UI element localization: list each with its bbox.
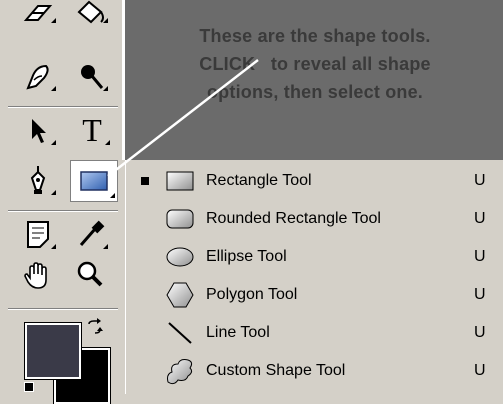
polygon-icon xyxy=(164,280,196,310)
zoom-icon xyxy=(75,259,105,289)
toolbox-divider xyxy=(8,210,118,212)
menu-item-custom-shape-tool[interactable]: Custom Shape Tool U xyxy=(126,352,503,390)
menu-item-shortcut: U xyxy=(474,172,486,189)
menu-item-label: Polygon Tool xyxy=(206,286,298,303)
tool-menu-corner-icon xyxy=(51,244,56,249)
default-colors-icon[interactable] xyxy=(24,382,34,392)
rectangle-icon xyxy=(79,169,109,193)
pen-icon xyxy=(24,164,52,196)
menu-item-polygon-tool[interactable]: Polygon Tool U xyxy=(126,276,503,314)
toolbox-divider xyxy=(8,308,118,310)
menu-item-label: Rectangle Tool xyxy=(206,172,312,189)
tool-menu-corner-icon xyxy=(103,86,108,91)
notes-tool-button[interactable] xyxy=(18,216,58,252)
menu-item-rounded-rectangle-tool[interactable]: Rounded Rectangle Tool U xyxy=(126,200,503,238)
tool-menu-corner-icon xyxy=(103,244,108,249)
smudge-tool-button[interactable] xyxy=(18,58,58,94)
custom-shape-icon xyxy=(164,356,196,386)
burn-icon xyxy=(74,60,106,92)
smudge-icon xyxy=(22,60,54,92)
menu-item-label: Custom Shape Tool xyxy=(206,362,346,379)
menu-item-label: Ellipse Tool xyxy=(206,248,287,265)
eraser-tool-button[interactable] xyxy=(18,0,58,26)
menu-item-shortcut: U xyxy=(474,286,486,303)
foreground-color-swatch[interactable] xyxy=(24,322,82,380)
eyedropper-tool-button[interactable] xyxy=(70,216,110,252)
shape-tool-button[interactable] xyxy=(70,160,118,202)
zoom-tool-button[interactable] xyxy=(70,256,110,292)
hand-tool-button[interactable] xyxy=(18,258,58,294)
menu-item-label: Line Tool xyxy=(206,324,270,341)
path-selection-tool-button[interactable] xyxy=(18,112,58,148)
type-icon: T xyxy=(82,111,102,148)
tool-menu-corner-icon xyxy=(51,18,56,23)
callout-line-3: options, then select one. xyxy=(206,82,424,102)
menu-item-shortcut: U xyxy=(474,248,486,265)
tool-menu-corner-icon xyxy=(51,86,56,91)
menu-item-line-tool[interactable]: Line Tool U xyxy=(126,314,503,352)
eyedropper-icon xyxy=(75,219,105,249)
selected-check-icon xyxy=(141,177,149,185)
menu-item-shortcut: U xyxy=(474,324,486,341)
menu-item-ellipse-tool[interactable]: Ellipse Tool U xyxy=(126,238,503,276)
rounded-rectangle-icon xyxy=(164,204,196,234)
tool-menu-corner-icon xyxy=(51,190,56,195)
rectangle-icon xyxy=(164,166,196,196)
callout-text: These are the shape tools. CLICK to reve… xyxy=(145,22,485,106)
type-tool-button[interactable]: T xyxy=(72,112,112,148)
swap-colors-icon[interactable] xyxy=(86,318,104,341)
menu-item-shortcut: U xyxy=(474,362,486,379)
eraser-icon xyxy=(22,2,54,24)
ellipse-icon xyxy=(164,242,196,272)
arrow-icon xyxy=(24,115,52,145)
color-swatches xyxy=(20,318,111,404)
menu-item-label: Rounded Rectangle Tool xyxy=(206,210,381,227)
pen-tool-button[interactable] xyxy=(18,162,58,198)
callout-line-2: CLICK to reveal all shape xyxy=(199,54,431,74)
callout-line-1: These are the shape tools. xyxy=(199,26,431,46)
tool-menu-corner-icon xyxy=(110,193,115,198)
burn-tool-button[interactable] xyxy=(70,58,110,94)
shape-tools-menu: Rectangle Tool U Rounded Rectangle Tool … xyxy=(125,160,503,394)
paint-bucket-tool-button[interactable] xyxy=(70,0,110,26)
menu-item-shortcut: U xyxy=(474,210,486,227)
hand-icon xyxy=(22,260,54,292)
notes-icon xyxy=(25,219,51,249)
toolbox-panel: T xyxy=(0,0,125,404)
line-icon xyxy=(164,318,196,348)
menu-item-rectangle-tool[interactable]: Rectangle Tool U xyxy=(126,162,503,200)
paint-bucket-icon xyxy=(73,0,107,26)
tool-menu-corner-icon xyxy=(103,18,108,23)
tool-menu-corner-icon xyxy=(51,140,56,145)
toolbox-divider xyxy=(8,106,118,108)
tool-menu-corner-icon xyxy=(105,140,110,145)
